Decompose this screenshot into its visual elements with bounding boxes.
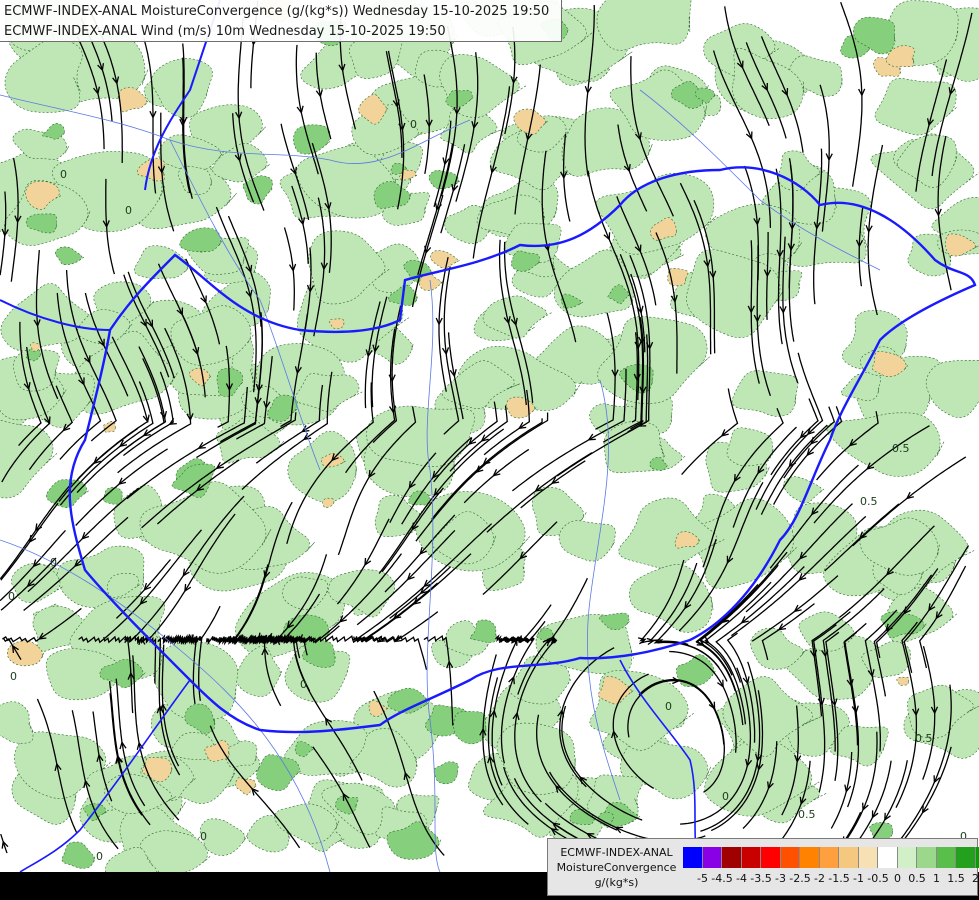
contour-label: 0.5 bbox=[892, 442, 910, 455]
legend-tick-label: -2 bbox=[814, 872, 825, 885]
contour-label: 0 bbox=[410, 118, 417, 131]
legend-tick-label: -3 bbox=[775, 872, 786, 885]
legend-swatch bbox=[917, 847, 937, 868]
legend-tick-label: -1 bbox=[853, 872, 864, 885]
color-legend: ECMWF-INDEX-ANAL MoistureConvergence g/(… bbox=[547, 838, 979, 896]
legend-tick-label: -2.5 bbox=[789, 872, 811, 885]
contour-label: 0 bbox=[96, 850, 103, 863]
legend-tick-label: 0 bbox=[894, 872, 901, 885]
legend-parameter: MoistureConvergence bbox=[556, 861, 677, 874]
legend-swatch bbox=[839, 847, 859, 868]
legend-tick-label: -4 bbox=[736, 872, 747, 885]
weather-map: 0 0 0 0 0.5 0 0 0 0 0.5 0.5 0.5 0 0 0 0 bbox=[0, 0, 979, 900]
legend-swatch bbox=[819, 847, 839, 868]
contour-label: 0 bbox=[125, 204, 132, 217]
legend-tick-label: -0.5 bbox=[867, 872, 889, 885]
legend-tick-labels: -5 -4.5 -4 -3.5 -3 -2.5 -2 -1.5 -1 -0.5 0 0.5 1 1.5 2 bbox=[683, 872, 979, 886]
legend-swatch bbox=[702, 847, 722, 868]
legend-title: ECMWF-INDEX-ANAL MoistureConvergence g/(… bbox=[550, 845, 683, 890]
contour-label: 0 bbox=[300, 678, 307, 691]
legend-swatch bbox=[741, 847, 761, 868]
legend-model: ECMWF-INDEX-ANAL bbox=[560, 846, 673, 859]
contour-label: 0 bbox=[10, 670, 17, 683]
legend-swatch bbox=[722, 847, 742, 868]
legend-tick-label: 1 bbox=[933, 872, 940, 885]
contour-label: 0 bbox=[722, 790, 729, 803]
contour-label: 0.5 bbox=[915, 732, 933, 745]
contour-label: 0 bbox=[50, 556, 57, 569]
legend-swatch bbox=[858, 847, 878, 868]
legend-swatch bbox=[897, 847, 917, 868]
contour-label: 0 bbox=[665, 700, 672, 713]
contour-label: 0 bbox=[200, 830, 207, 843]
legend-tick-label: -5 bbox=[697, 872, 708, 885]
legend-swatch bbox=[956, 847, 976, 868]
title-line-moisture: ECMWF-INDEX-ANAL MoistureConvergence (g/… bbox=[4, 4, 550, 19]
contour-label: 0 bbox=[60, 168, 67, 181]
legend-swatch bbox=[878, 847, 898, 868]
legend-swatches bbox=[683, 847, 979, 868]
contour-label: 0.5 bbox=[798, 808, 816, 821]
legend-tick-label: 2 bbox=[972, 872, 979, 885]
contour-label: 0.5 bbox=[860, 495, 878, 508]
map-title-box: ECMWF-INDEX-ANAL MoistureConvergence (g/… bbox=[0, 0, 562, 42]
legend-swatch bbox=[761, 847, 781, 868]
legend-swatch bbox=[683, 847, 703, 868]
legend-swatch bbox=[780, 847, 800, 868]
title-line-wind: ECMWF-INDEX-ANAL Wind (m/s) 10m Wednesda… bbox=[4, 24, 446, 39]
convergence-area bbox=[596, 0, 692, 51]
legend-swatch bbox=[975, 847, 979, 868]
legend-tick-label: -4.5 bbox=[711, 872, 733, 885]
legend-swatch bbox=[800, 847, 820, 868]
contour-label: 0 bbox=[8, 590, 15, 603]
legend-tick-label: 0.5 bbox=[908, 872, 926, 885]
legend-unit: g/(kg*s) bbox=[594, 876, 639, 889]
legend-tick-label: 1.5 bbox=[947, 872, 965, 885]
legend-swatch bbox=[936, 847, 956, 868]
legend-tick-label: -3.5 bbox=[750, 872, 772, 885]
legend-tick-label: -1.5 bbox=[828, 872, 850, 885]
